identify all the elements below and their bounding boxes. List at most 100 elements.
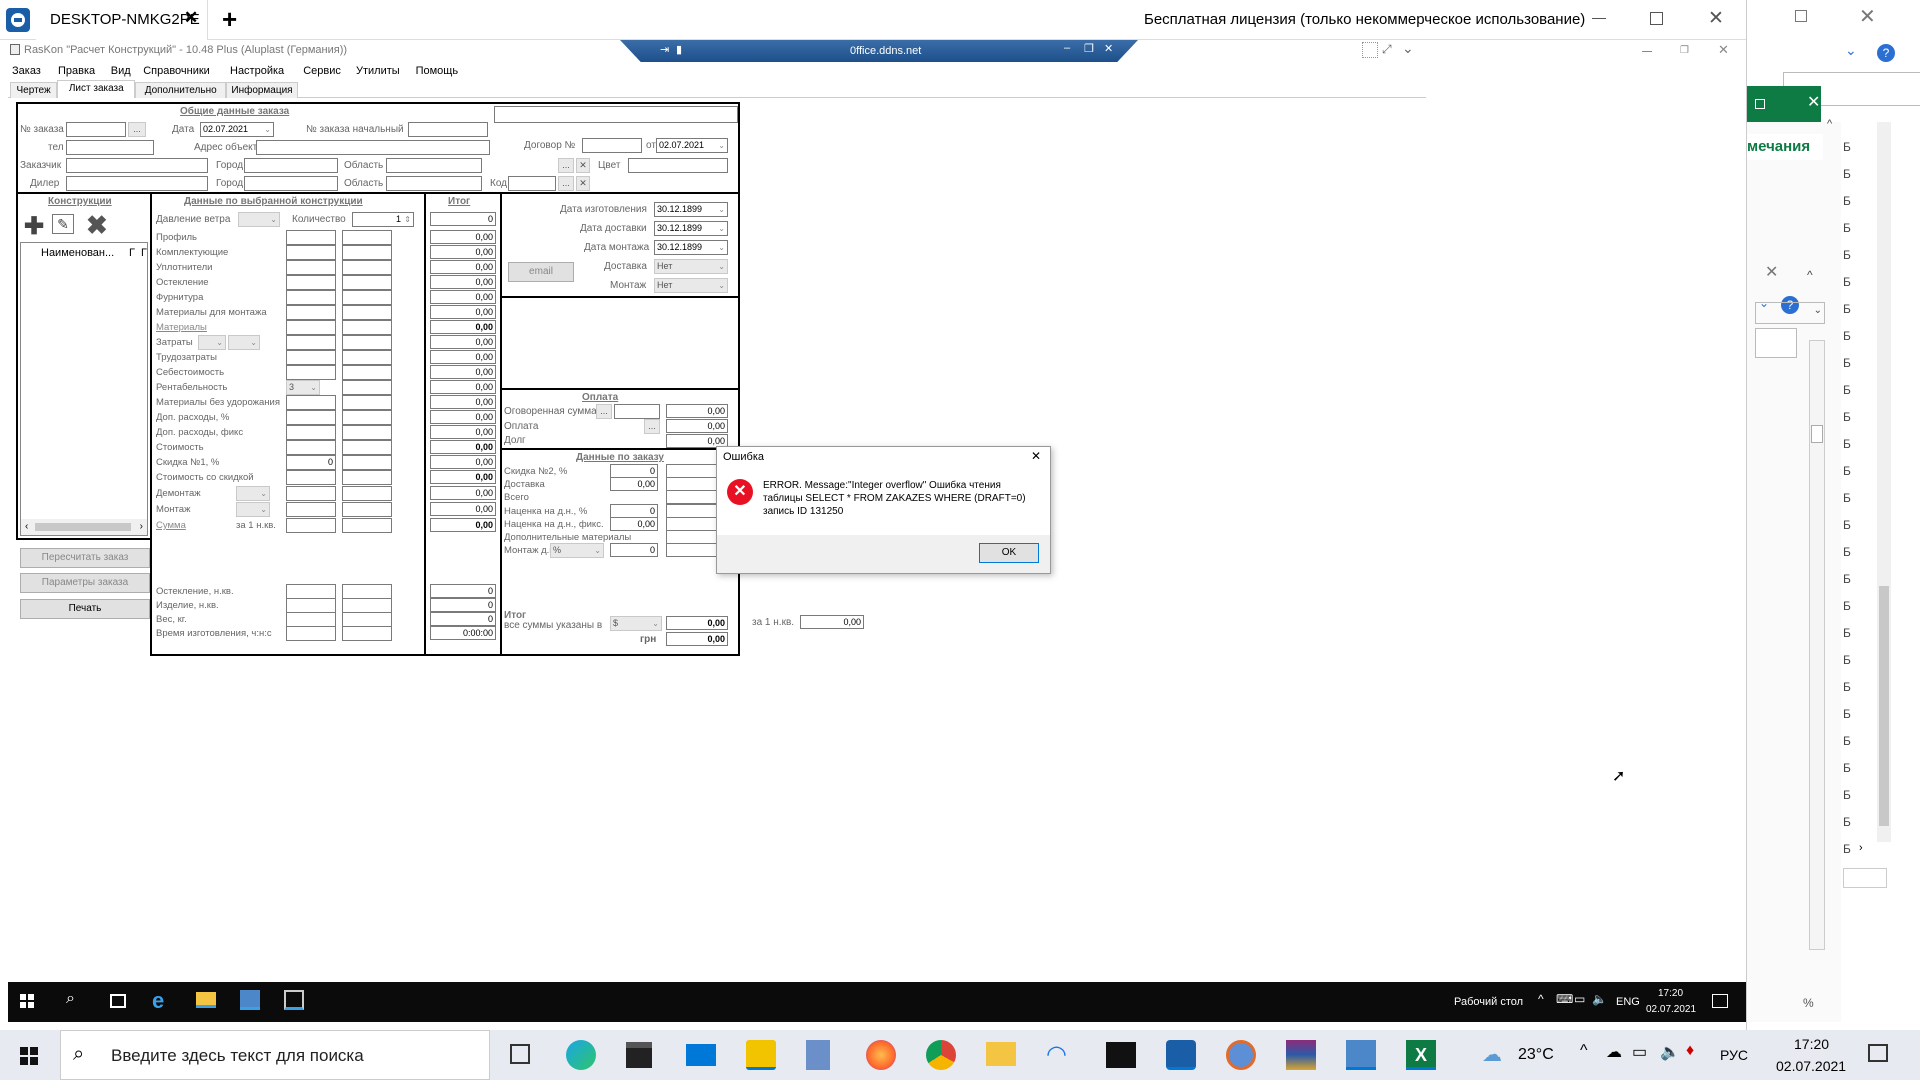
selected-cell[interactable]: [286, 320, 336, 335]
customer-input[interactable]: [66, 158, 208, 173]
combo-box[interactable]: ⌄: [1755, 302, 1825, 324]
mount-select[interactable]: ⌄: [236, 486, 270, 501]
costs-select[interactable]: ⌄: [198, 335, 226, 350]
chevron-down-icon[interactable]: ⌄: [1845, 42, 1857, 59]
paid-browse[interactable]: ...: [644, 419, 660, 434]
scrollbar[interactable]: [1809, 340, 1825, 950]
new-tab-icon[interactable]: +: [222, 4, 237, 35]
col-name[interactable]: Наименован...: [41, 247, 114, 259]
volume-icon[interactable]: 🔈: [1660, 1042, 1680, 1062]
menu-item[interactable]: Помощь: [416, 65, 459, 77]
order-data-left[interactable]: 0: [610, 464, 658, 478]
qty-input[interactable]: 1 ⇕: [352, 212, 414, 227]
selected-cell-2[interactable]: [342, 486, 392, 501]
excel-close-icon[interactable]: ✕: [1807, 92, 1820, 112]
expand-icon[interactable]: ⤢: [1382, 42, 1392, 57]
selected-bottom-cell[interactable]: [286, 612, 336, 627]
spin-icon[interactable]: ⇕: [404, 213, 411, 226]
weather-icon[interactable]: ☁: [1482, 1042, 1502, 1067]
toolbar-close-icon[interactable]: ✕: [1104, 42, 1113, 55]
onedrive-icon[interactable]: ☁: [1606, 1042, 1622, 1062]
mounting-select[interactable]: Нет ⌄: [654, 278, 728, 293]
list-scrollbar[interactable]: ‹ ›: [21, 519, 147, 535]
menu-item[interactable]: Правка: [58, 65, 95, 77]
vertical-scrollbar[interactable]: [1877, 122, 1891, 842]
selected-cell-2[interactable]: [342, 320, 392, 335]
print-button[interactable]: Печать: [20, 599, 150, 619]
selected-cell-2[interactable]: [342, 440, 392, 455]
col-p[interactable]: Г: [141, 247, 147, 259]
selected-cell[interactable]: [286, 395, 336, 410]
menu-item[interactable]: Вид: [111, 65, 131, 77]
order-no-input[interactable]: [66, 122, 126, 137]
selected-bottom-cell[interactable]: [342, 584, 392, 599]
app-restore-icon[interactable]: ❐: [1680, 45, 1689, 56]
agreed-browse[interactable]: ...: [596, 404, 612, 419]
selected-cell-2[interactable]: [342, 290, 392, 305]
batman-icon[interactable]: [746, 1040, 776, 1070]
clock-time[interactable]: 17:20: [1794, 1036, 1829, 1052]
network-icon[interactable]: ▭: [1632, 1042, 1647, 1062]
remote-date[interactable]: 02.07.2021: [1646, 1004, 1696, 1015]
code-input[interactable]: [508, 176, 556, 191]
folder-icon[interactable]: [196, 992, 216, 1008]
selected-bottom-cell[interactable]: [342, 626, 392, 641]
maximize-icon[interactable]: [1650, 12, 1663, 25]
menu-item[interactable]: Сервис: [303, 65, 341, 77]
clock-date[interactable]: 02.07.2021: [1776, 1058, 1846, 1074]
costs-select-2[interactable]: ⌄: [228, 335, 260, 350]
explorer-icon[interactable]: [986, 1042, 1016, 1066]
edit-icon[interactable]: ✎: [52, 214, 74, 234]
bg-close-icon[interactable]: ✕: [1859, 4, 1876, 29]
mount-select[interactable]: ⌄: [236, 502, 270, 517]
app-close-icon[interactable]: ✕: [1718, 42, 1729, 58]
selected-cell-2[interactable]: [342, 350, 392, 365]
app-minimize-icon[interactable]: [1642, 51, 1652, 52]
start-icon[interactable]: [20, 994, 34, 1008]
order-header-field[interactable]: [494, 106, 738, 123]
minimize-icon[interactable]: [1592, 18, 1606, 19]
selected-cell[interactable]: [286, 275, 336, 290]
app-icon-1[interactable]: [240, 990, 260, 1010]
chevron-up-icon[interactable]: ^: [1807, 268, 1813, 282]
selected-cell[interactable]: [286, 335, 336, 350]
menu-item[interactable]: Настройка: [230, 65, 284, 77]
selected-bottom-cell[interactable]: [342, 598, 392, 613]
winrar-icon[interactable]: [1286, 1040, 1316, 1070]
selected-cell-2[interactable]: [342, 425, 392, 440]
network-icon[interactable]: ⌨: [1556, 992, 1573, 1006]
params-button[interactable]: Параметры заказа: [20, 573, 150, 593]
eye-app-icon[interactable]: [1226, 1040, 1256, 1070]
session-tab[interactable]: DESKTOP-NMKG2PE ✕: [36, 0, 208, 40]
order-data-left[interactable]: 0,00: [610, 477, 658, 491]
chrome-icon[interactable]: [926, 1040, 956, 1070]
start-no-input[interactable]: [408, 122, 488, 137]
chevron-down-icon[interactable]: ⌄: [1402, 40, 1414, 57]
toolbar-minimize-icon[interactable]: –: [1064, 42, 1070, 54]
selected-cell[interactable]: [286, 230, 336, 245]
selected-cell[interactable]: [286, 305, 336, 320]
selected-bottom-cell[interactable]: [286, 584, 336, 599]
bg-maximize-icon[interactable]: [1795, 10, 1807, 22]
task-view-icon[interactable]: [110, 994, 126, 1008]
help-icon[interactable]: ?: [1877, 44, 1895, 62]
volume-icon[interactable]: 🔈: [1592, 992, 1607, 1006]
delivery-date-input[interactable]: 30.12.1899 ⌄: [654, 221, 728, 236]
close-icon[interactable]: ✕: [1708, 7, 1724, 30]
search-box[interactable]: ⌕ Введите здесь текст для поиска: [60, 1030, 490, 1080]
calculator-icon[interactable]: [806, 1040, 830, 1070]
selected-cell[interactable]: 0: [286, 455, 336, 470]
scroll-up-arrow[interactable]: ^: [1827, 118, 1832, 130]
add-icon[interactable]: ✚: [24, 212, 44, 241]
make-date-input[interactable]: 30.12.1899 ⌄: [654, 202, 728, 217]
desktop-label[interactable]: Рабочий стол: [1454, 996, 1523, 1008]
teamviewer-icon[interactable]: [1166, 1040, 1196, 1070]
search-icon[interactable]: ⌕: [66, 990, 75, 1008]
mount-date-input[interactable]: 30.12.1899 ⌄: [654, 240, 728, 255]
customer-browse[interactable]: ...: [558, 158, 574, 173]
temperature[interactable]: 23°C: [1518, 1046, 1554, 1064]
remote-lang[interactable]: ENG: [1616, 996, 1640, 1008]
selected-cell-2[interactable]: [342, 305, 392, 320]
pin-icon[interactable]: ⇥: [660, 43, 669, 56]
wifi-icon[interactable]: ◠: [1046, 1040, 1067, 1069]
